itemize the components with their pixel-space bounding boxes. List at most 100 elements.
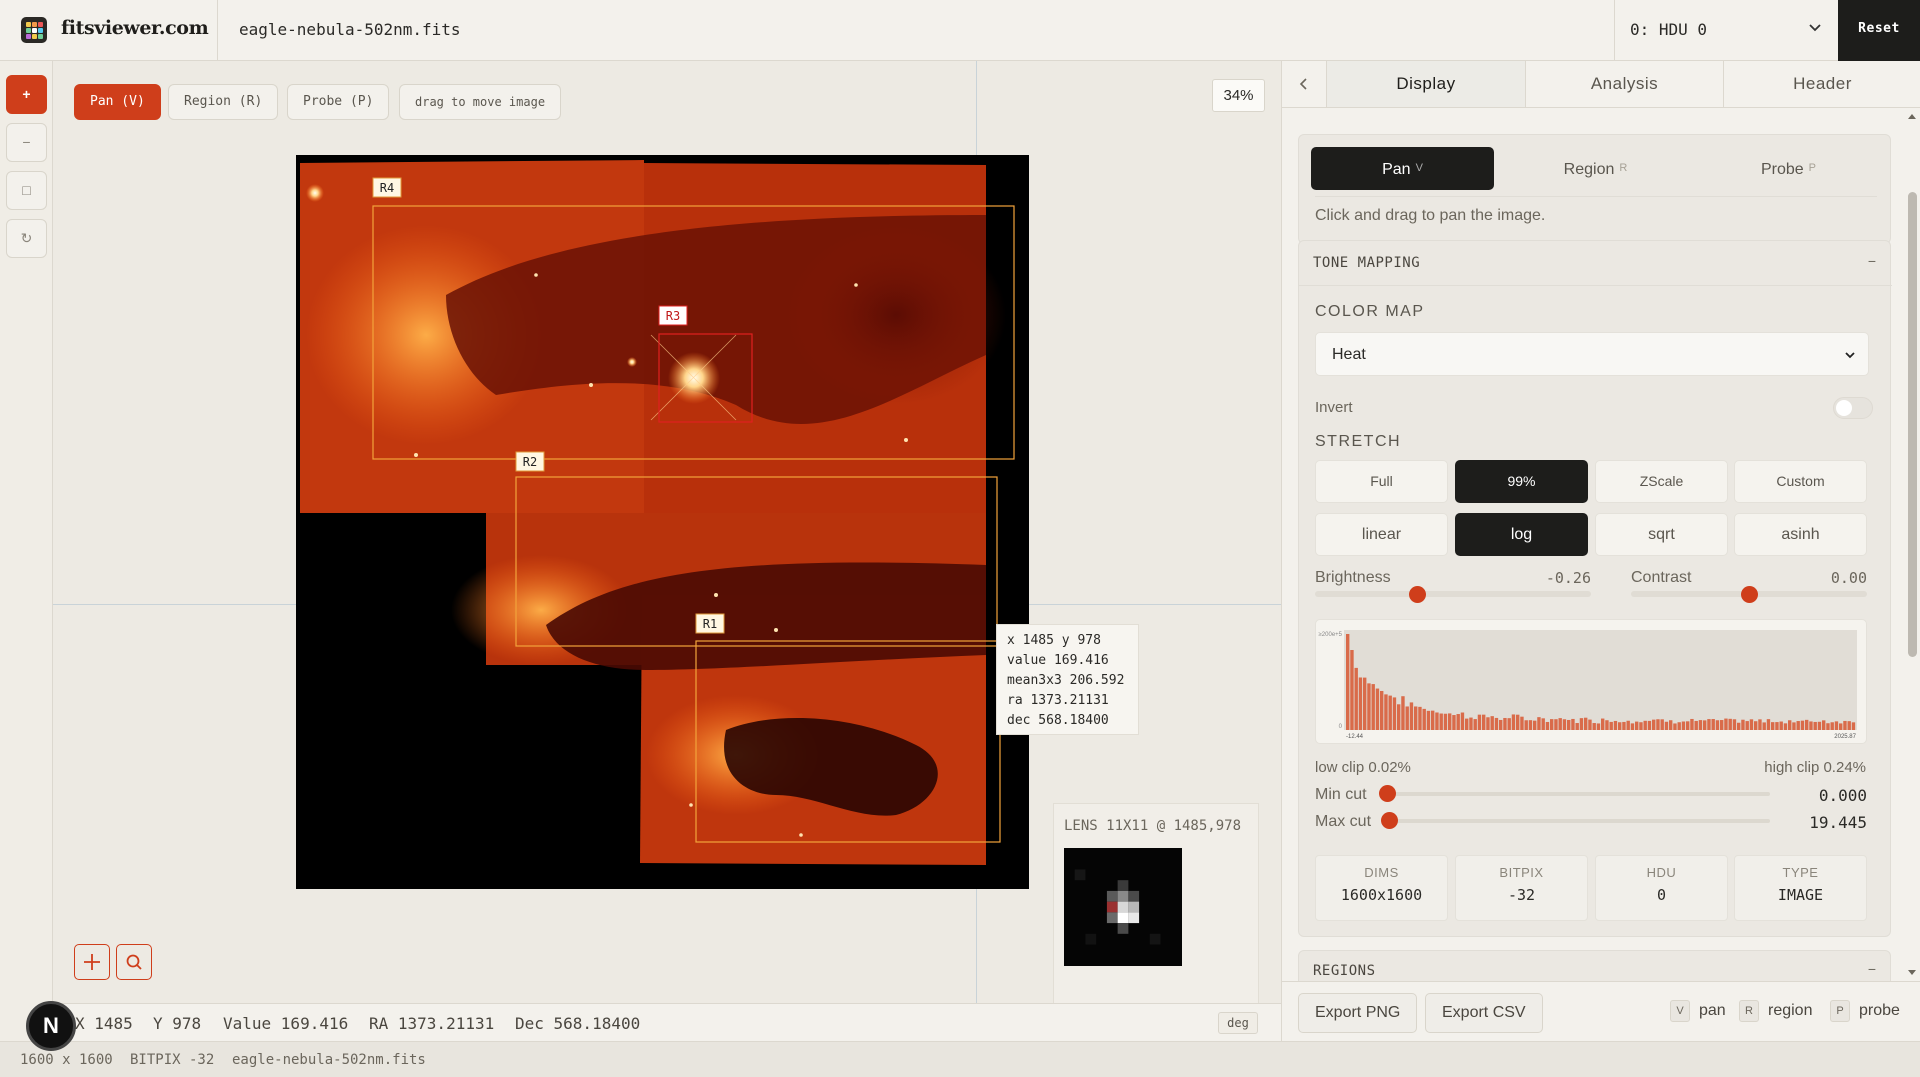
export-png-button[interactable]: Export PNG [1298, 993, 1418, 1033]
histogram-bar [1749, 719, 1754, 730]
scrollbar[interactable] [1905, 108, 1919, 981]
histogram-plot: ≥200e+5 0 -12.44 2025.87 [1319, 630, 1857, 740]
histogram-bar [1664, 721, 1669, 730]
collapse-icon[interactable]: − [1868, 253, 1876, 269]
histogram-bar [1715, 720, 1720, 730]
histogram-bar [1652, 719, 1656, 730]
histogram-bar [1809, 721, 1813, 730]
tab-analysis[interactable]: Analysis [1525, 61, 1723, 108]
image-viewport[interactable]: Pan (V) Region (R) Probe (P) drag to mov… [53, 61, 1281, 1003]
histogram-bar [1465, 718, 1469, 730]
scrollbar-thumb[interactable] [1908, 192, 1917, 657]
region-mode-button[interactable]: Region (R) [168, 84, 279, 120]
histogram-bar [1575, 723, 1579, 730]
histogram-bar [1826, 723, 1830, 730]
add-region-button[interactable] [74, 944, 110, 980]
histogram-bar [1686, 721, 1690, 730]
histogram-bar [1754, 721, 1758, 730]
histogram-max: 2025.87 [1834, 734, 1856, 740]
brightness-slider-handle[interactable] [1408, 586, 1426, 603]
reset-button[interactable]: Reset [1838, 0, 1920, 61]
histogram-bar [1762, 722, 1766, 730]
panel-probe-button[interactable]: Probe P [1697, 147, 1880, 190]
probe-value: value 169.416 [1007, 653, 1109, 668]
histogram-bar [1405, 706, 1409, 730]
histogram-bar [1562, 719, 1567, 730]
min-cut-slider-handle[interactable] [1379, 785, 1396, 802]
collapse-icon[interactable]: − [1868, 961, 1876, 977]
histogram-bar [1528, 720, 1533, 730]
panel-pan-button[interactable]: Pan V [1311, 147, 1494, 190]
brightness-value: -0.26 [1545, 569, 1591, 587]
min-cut-slider[interactable] [1382, 792, 1770, 796]
rotate-button[interactable]: ↻ [6, 219, 47, 258]
export-csv-button[interactable]: Export CSV [1425, 993, 1543, 1033]
search-icon[interactable] [116, 944, 152, 980]
color-map-select[interactable]: Heat [1315, 332, 1869, 376]
histogram-bar [1550, 719, 1554, 730]
fits-image[interactable]: R4 R3 R2 R1 [296, 155, 1029, 889]
probe-mean: mean3x3 206.592 [1007, 673, 1125, 688]
panel-scroll-area[interactable]: Pan V Region R Probe P Click and drag to pa… [1282, 108, 1907, 981]
histogram-bar [1596, 723, 1601, 730]
unit-toggle-button[interactable]: deg [1218, 1012, 1258, 1034]
avatar[interactable]: N [26, 1001, 76, 1051]
histogram-bar [1766, 719, 1771, 730]
shortcut-label: region [1768, 1002, 1813, 1019]
region-label-r3[interactable]: R3 [658, 305, 688, 326]
zoom-out-button[interactable]: − [6, 123, 47, 162]
region-label-r1[interactable]: R1 [695, 613, 725, 634]
histogram-bar [1788, 720, 1792, 730]
contrast-slider-handle[interactable] [1740, 586, 1758, 603]
histogram-bar [1677, 722, 1681, 730]
panel-region-button[interactable]: Region R [1504, 147, 1687, 190]
contrast-label: Contrast [1631, 569, 1692, 586]
histogram-bar [1452, 715, 1456, 730]
zoom-in-button[interactable]: + [6, 75, 47, 114]
pan-mode-button[interactable]: Pan (V) [74, 84, 161, 120]
shortcut-label: pan [1699, 1002, 1726, 1019]
stretch-sqrt-button[interactable]: sqrt [1595, 513, 1728, 556]
coord-x: X 1485 [75, 1014, 133, 1033]
histogram-bar [1817, 721, 1822, 730]
probe-mode-button[interactable]: Probe (P) [287, 84, 390, 120]
max-cut-slider[interactable] [1382, 819, 1770, 823]
region-label-r2[interactable]: R2 [515, 451, 545, 472]
fit-button[interactable]: □ [6, 171, 47, 210]
shortcut-key: P [1830, 1000, 1850, 1022]
hdu-select[interactable]: 0: HDU 0 [1614, 0, 1838, 61]
tab-display[interactable]: Display [1327, 61, 1525, 108]
brightness-slider[interactable] [1315, 591, 1591, 597]
scroll-up-icon[interactable] [1907, 112, 1917, 120]
tab-header[interactable]: Header [1723, 61, 1920, 108]
mode-label: Pan [1382, 161, 1411, 178]
histogram-bar [1431, 710, 1435, 730]
shortcut-key: V [1670, 1000, 1690, 1022]
histogram-bar [1673, 723, 1677, 730]
histogram-bar [1473, 719, 1477, 730]
histogram-bar [1834, 721, 1839, 730]
scroll-down-icon[interactable] [1907, 969, 1917, 977]
clip-zscale-button[interactable]: ZScale [1595, 460, 1728, 503]
histogram-bar [1584, 717, 1588, 730]
stretch-log-button[interactable]: log [1455, 513, 1588, 556]
histogram-bar [1681, 721, 1686, 730]
zoom-level: 34% [1212, 79, 1265, 112]
clip-99-button[interactable]: 99% [1455, 460, 1588, 503]
region-label-r4[interactable]: R4 [372, 177, 402, 198]
invert-toggle[interactable] [1833, 397, 1873, 419]
histogram[interactable]: ≥200e+5 0 -12.44 2025.87 [1315, 619, 1867, 744]
stretch-asinh-button[interactable]: asinh [1734, 513, 1867, 556]
lens-panel: LENS 11X11 @ 1485,978 [1053, 803, 1259, 1003]
brand-name[interactable]: fitsviewer.com [61, 17, 209, 39]
clip-full-button[interactable]: Full [1315, 460, 1448, 503]
histogram-bar [1618, 722, 1622, 730]
chevron-left-icon[interactable] [1282, 61, 1327, 108]
histogram-bar [1698, 720, 1703, 730]
histogram-bar [1592, 723, 1596, 730]
histogram-bar [1490, 716, 1494, 730]
panel-footer: Export PNG Export CSV V pan R region P p… [1282, 981, 1920, 1041]
max-cut-slider-handle[interactable] [1381, 812, 1398, 829]
clip-custom-button[interactable]: Custom [1734, 460, 1867, 503]
stretch-linear-button[interactable]: linear [1315, 513, 1448, 556]
